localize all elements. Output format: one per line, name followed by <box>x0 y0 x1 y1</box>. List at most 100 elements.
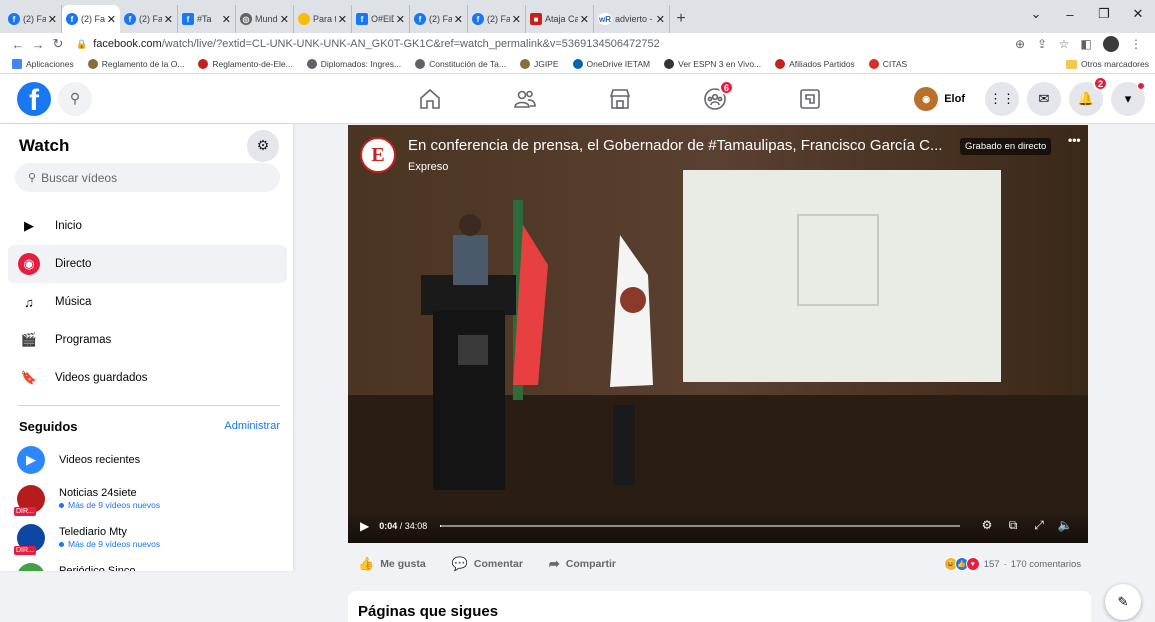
sidebar-item-videos-guardados[interactable]: 🔖 Videos guardados <box>8 359 287 397</box>
close-tab-icon[interactable]: ✕ <box>107 13 116 26</box>
play-button[interactable]: ▶ <box>360 519 369 533</box>
followed-page[interactable]: DIR... Telediario Mty Más de 9 vídeos nuev… <box>0 518 293 557</box>
account-dropdown-icon[interactable]: ▾ <box>1111 82 1145 116</box>
close-tab-icon[interactable]: ✕ <box>454 13 463 26</box>
folder-icon <box>1065 59 1077 69</box>
bookmarks-bar: Aplicaciones Reglamento de la O... Reglame… <box>0 55 1155 74</box>
close-tab-icon[interactable]: ✕ <box>580 13 589 26</box>
bookmark-item[interactable]: Diplomados: Ingres... <box>306 59 401 69</box>
channel-name[interactable]: Expreso <box>408 161 448 173</box>
like-button[interactable]: 👍 Me gusta <box>348 556 426 572</box>
bookmark-item[interactable]: CITAS <box>868 59 907 69</box>
video-search-input[interactable]: ⚲ Buscar vídeos <box>15 163 280 192</box>
profile-avatar[interactable] <box>1103 36 1119 52</box>
close-tab-icon[interactable]: ✕ <box>396 13 405 26</box>
side-panel-icon[interactable]: ◧ <box>1075 37 1097 51</box>
main-area: Watch ⚙ ⚲ Buscar vídeos ▶ Inicio ◉ Directo ♫… <box>0 124 1155 622</box>
forward-button[interactable]: → <box>28 37 48 52</box>
back-button[interactable]: ← <box>8 37 28 52</box>
mute-icon[interactable]: 🔈 <box>1052 518 1078 533</box>
bookmark-item[interactable]: Ver ESPN 3 en Vivo... <box>664 59 761 69</box>
followed-page[interactable]: DIR... Noticias 24siete Más de 9 vídeos nu… <box>0 479 293 518</box>
center-nav: 6 <box>382 74 857 124</box>
browser-tab[interactable]: wR advierto - ✕ <box>594 5 670 33</box>
browser-tab[interactable]: f(2) Facebo✕ <box>62 5 120 33</box>
user-profile-button[interactable]: ◉ Elof <box>912 83 973 115</box>
sidebar-item-label: Música <box>55 296 92 308</box>
bookmark-item[interactable]: OneDrive IETAM <box>572 59 650 69</box>
channel-logo[interactable]: E <box>360 137 396 173</box>
progress-bar[interactable] <box>440 525 960 527</box>
comments-count[interactable]: 170 comentarios <box>1011 559 1081 570</box>
video-player[interactable]: E En conferencia de prensa, el Gobernado… <box>348 125 1088 543</box>
bookmark-item[interactable]: Afiliados Partidos <box>775 59 855 69</box>
nav-gaming[interactable] <box>762 74 857 124</box>
browser-tab[interactable]: ■Ataja Cabe✕ <box>526 5 594 33</box>
nav-friends[interactable] <box>477 74 572 124</box>
recorded-live-badge: Grabado en directo <box>960 138 1052 155</box>
followed-page[interactable]: Periódico SincoMás de 9 vídeos nuevos <box>0 557 293 571</box>
browser-tab[interactable]: f #Ta ✕ <box>178 5 236 33</box>
close-window-button[interactable]: ✕ <box>1121 6 1155 22</box>
browser-tab[interactable]: f(2) Facebo✕ <box>410 5 468 33</box>
nav-groups[interactable]: 6 <box>667 74 762 124</box>
other-bookmarks[interactable]: Otros marcadores <box>1065 59 1149 69</box>
browser-tab[interactable]: f(2) Facebo✕ <box>120 5 178 33</box>
close-tab-icon[interactable]: ✕ <box>512 13 521 26</box>
settings-gear-icon[interactable]: ⚙ <box>974 518 1000 533</box>
menu-grid-icon[interactable]: ⋮⋮ <box>985 82 1019 116</box>
facebook-logo[interactable]: f <box>17 81 51 116</box>
close-tab-icon[interactable]: ✕ <box>338 13 347 26</box>
gear-icon[interactable]: ⚙ <box>247 129 279 162</box>
close-tab-icon[interactable]: ✕ <box>656 13 665 26</box>
close-tab-icon[interactable]: ✕ <box>48 13 57 26</box>
browser-tab[interactable]: f(2) Facebo✕ <box>4 5 62 33</box>
browser-tab[interactable]: ◎Mundo Ta✕ <box>236 5 294 33</box>
sidebar-item-directo[interactable]: ◉ Directo <box>8 245 287 283</box>
nav-marketplace[interactable] <box>572 74 667 124</box>
tab-title: (2) Facebo <box>139 14 162 24</box>
close-tab-icon[interactable]: ✕ <box>164 13 173 26</box>
browser-tab[interactable]: Para todo✕ <box>294 5 352 33</box>
reactions-summary[interactable]: 😆 👍 ♥ 157 · 170 comentarios <box>943 557 1081 571</box>
bookmark-item[interactable]: Aplicaciones <box>12 59 74 69</box>
nav-home[interactable] <box>382 74 477 124</box>
browser-tab[interactable]: fO#ElDiario✕ <box>352 5 410 33</box>
browser-tab-strip: f(2) Facebo✕f(2) Facebo✕f(2) Facebo✕f#Ta… <box>0 0 1155 33</box>
close-tab-icon[interactable]: ✕ <box>280 13 289 26</box>
browser-menu-icon[interactable]: ⋮ <box>1125 37 1147 51</box>
recent-videos-item[interactable]: ▶ Videos recientes <box>0 440 293 479</box>
manage-link[interactable]: Administrar <box>224 420 280 432</box>
bookmark-item[interactable]: Reglamento de la O... <box>87 59 184 69</box>
messenger-icon[interactable]: ✉ <box>1027 82 1061 116</box>
sidebar-item-inicio[interactable]: ▶ Inicio <box>8 207 287 245</box>
sidebar-item-musica[interactable]: ♫ Música <box>8 283 287 321</box>
more-options-icon[interactable]: ••• <box>1068 133 1081 147</box>
bookmark-icon <box>198 59 209 69</box>
minimize-button[interactable]: – <box>1053 7 1087 22</box>
bookmark-item[interactable]: JGIPE <box>519 59 559 69</box>
address-bar[interactable]: 🔒 facebook.com /watch/live/?extid=CL-UNK… <box>76 38 1009 50</box>
share-button[interactable]: ➦ Compartir <box>539 556 616 572</box>
new-tab-button[interactable]: + <box>670 5 692 33</box>
recent-videos-label: Videos recientes <box>59 453 141 466</box>
zoom-icon[interactable]: ⊕ <box>1009 37 1031 51</box>
comment-button[interactable]: 💬 Comentar <box>442 556 523 572</box>
bookmark-star-icon[interactable]: ☆ <box>1053 37 1075 51</box>
bookmark-item[interactable]: Reglamento-de-Ele... <box>198 59 293 69</box>
new-message-icon[interactable]: ✎ <box>1105 584 1141 620</box>
bookmark-icon <box>664 59 675 69</box>
miniplayer-icon[interactable]: ⧉ <box>1000 518 1026 533</box>
search-icon[interactable]: ⚲ <box>58 81 92 116</box>
notifications-icon[interactable]: 🔔 2 <box>1069 76 1108 116</box>
fullscreen-icon[interactable]: ⤢ <box>1026 518 1052 533</box>
bookmark-item[interactable]: Constitución de Ta... <box>415 59 506 69</box>
tab-search-icon[interactable]: ⌄ <box>1019 6 1053 22</box>
close-tab-icon[interactable]: ✕ <box>222 13 231 26</box>
restore-button[interactable]: ❐ <box>1087 6 1121 22</box>
sidebar-item-programas[interactable]: 🎬 Programas <box>8 321 287 359</box>
share-icon: ➦ <box>548 556 560 571</box>
browser-tab[interactable]: f(2) Facebo✕ <box>468 5 526 33</box>
reload-button[interactable]: ↻ <box>48 36 68 52</box>
share-page-icon[interactable]: ⇪ <box>1031 37 1053 51</box>
